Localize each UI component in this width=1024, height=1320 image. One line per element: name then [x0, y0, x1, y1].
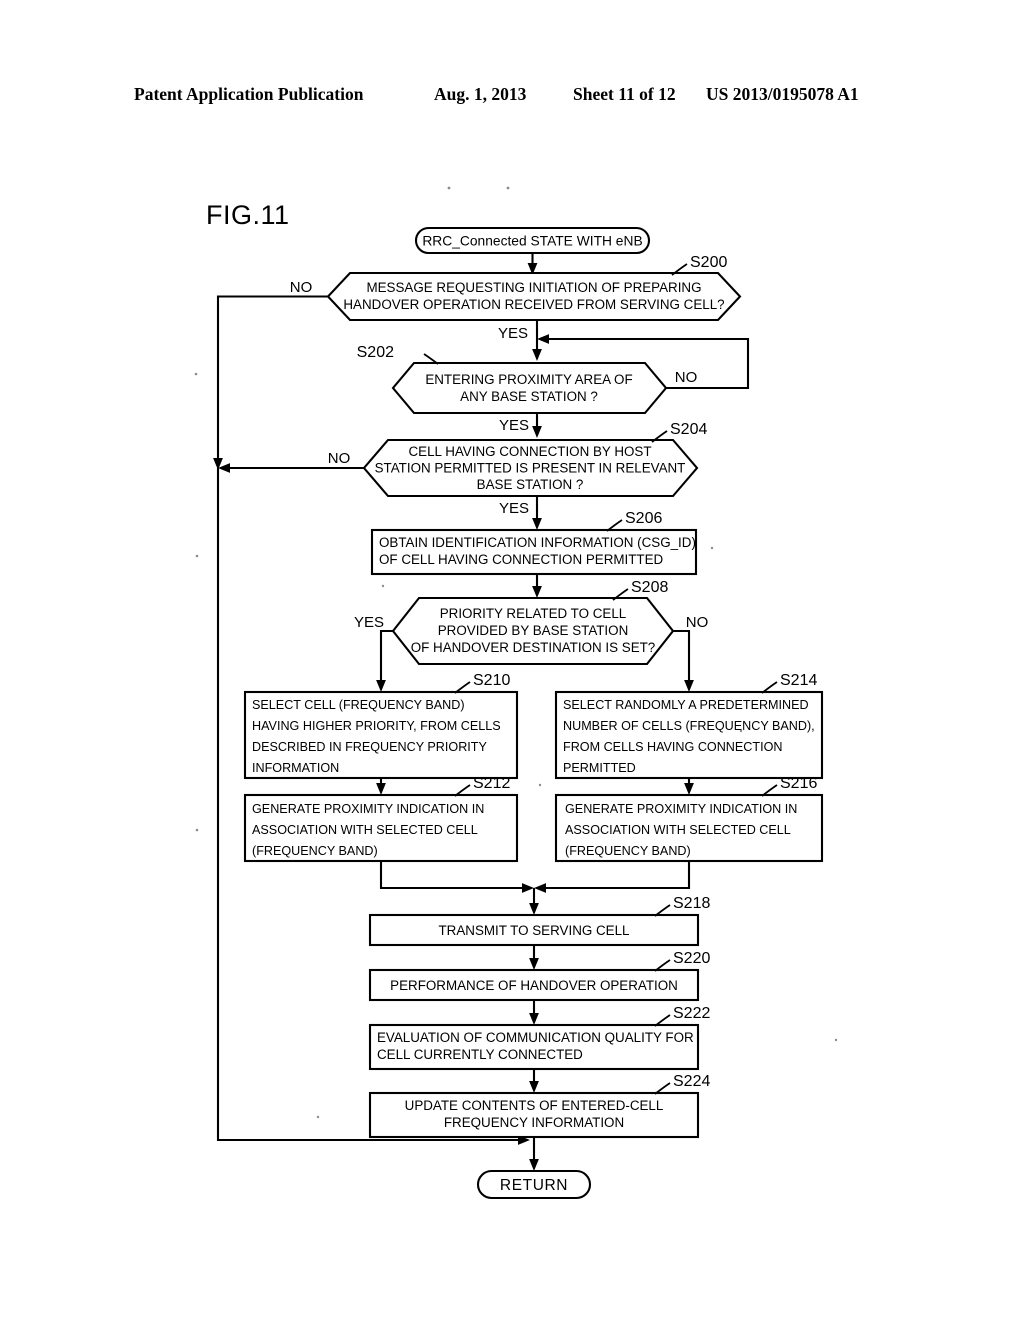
- node-s224-line-2: FREQUENCY INFORMATION: [444, 1115, 624, 1130]
- edge-merge-to-s218: [379, 861, 691, 915]
- step-label-s202: S202: [357, 344, 394, 361]
- node-s212-line-1: GENERATE PROXIMITY INDICATION IN: [252, 802, 484, 816]
- node-s220-line-1: PERFORMANCE OF HANDOVER OPERATION: [390, 978, 678, 993]
- node-s216: GENERATE PROXIMITY INDICATION IN ASSOCIA…: [554, 793, 824, 863]
- edge-s208-s210: [376, 629, 393, 692]
- edge-s202-s204: [532, 413, 542, 438]
- node-s216-line-1: GENERATE PROXIMITY INDICATION IN: [565, 802, 797, 816]
- edge-s206-s208: [532, 574, 542, 598]
- branch-label-s202-no: NO: [675, 369, 698, 386]
- step-label-s220: S220: [673, 950, 710, 967]
- node-s210: SELECT CELL (FREQUENCY BAND) HAVING HIGH…: [243, 690, 519, 780]
- step-label-s210: S210: [473, 672, 510, 689]
- node-s224-line-1: UPDATE CONTENTS OF ENTERED-CELL: [405, 1098, 664, 1113]
- node-s200-line-1: MESSAGE REQUESTING INITIATION OF PREPARI…: [366, 280, 701, 295]
- node-s222-line-2: CELL CURRENTLY CONNECTED: [377, 1047, 583, 1062]
- branch-label-s204-yes: YES: [499, 500, 529, 517]
- step-label-s218: S218: [673, 895, 710, 912]
- edge-s204-s206: [532, 496, 542, 530]
- edge-s208-s214: [673, 629, 694, 692]
- step-leader-s200: S200: [671, 254, 727, 276]
- node-s212-line-2: ASSOCIATION WITH SELECTED CELL: [252, 823, 478, 837]
- node-s210-line-1: SELECT CELL (FREQUENCY BAND): [252, 698, 465, 712]
- node-s222: EVALUATION OF COMMUNICATION QUALITY FOR …: [368, 1023, 700, 1071]
- step-leader-s222: S222: [654, 1005, 710, 1027]
- step-leader-s206: S206: [606, 510, 662, 532]
- branch-label-s204-no: NO: [328, 450, 351, 467]
- step-label-s214: S214: [780, 672, 817, 689]
- branch-label-s208-no: NO: [686, 614, 709, 631]
- node-s212-line-3: (FREQUENCY BAND): [252, 844, 378, 858]
- edge-s210-s212: [376, 778, 386, 795]
- edge-s200-s202: [532, 320, 542, 361]
- step-label-s224: S224: [673, 1073, 710, 1090]
- node-s214-line-1: SELECT RANDOMLY A PREDETERMINED: [563, 698, 809, 712]
- step-label-s208: S208: [631, 579, 668, 596]
- node-s208-line-1: PRIORITY RELATED TO CELL: [440, 606, 627, 621]
- step-label-s204: S204: [670, 421, 707, 438]
- step-leader-s208: S208: [612, 579, 668, 601]
- node-s206: OBTAIN IDENTIFICATION INFORMATION (CSG_I…: [370, 528, 698, 576]
- terminal-return-label: RETURN: [500, 1177, 568, 1194]
- step-leader-s220: S220: [654, 950, 710, 972]
- node-s220: PERFORMANCE OF HANDOVER OPERATION: [368, 968, 700, 1002]
- node-s208-line-3: OF HANDOVER DESTINATION IS SET?: [411, 640, 656, 655]
- node-s208: PRIORITY RELATED TO CELL PROVIDED BY BAS…: [391, 596, 675, 666]
- terminal-start-label: RRC_Connected STATE WITH eNB: [422, 234, 642, 249]
- node-s200: MESSAGE REQUESTING INITIATION OF PREPARI…: [326, 271, 742, 322]
- edge-s218-s220: [529, 945, 539, 970]
- node-s214-line-4: PERMITTED: [563, 761, 636, 775]
- node-s206-line-2: OF CELL HAVING CONNECTION PERMITTED: [379, 552, 664, 567]
- node-s214-line-2: NUMBER OF CELLS (FREQUENCY BAND),: [563, 719, 815, 733]
- patent-page: Patent Application Publication Aug. 1, 2…: [0, 0, 1024, 1320]
- node-s204-line-3: BASE STATION ?: [477, 477, 584, 492]
- node-s218: TRANSMIT TO SERVING CELL: [368, 913, 700, 947]
- step-leader-s218: S218: [654, 895, 710, 917]
- terminal-start: RRC_Connected STATE WITH eNB: [414, 226, 651, 255]
- step-leader-s224: S224: [654, 1073, 710, 1095]
- node-s202-line-1: ENTERING PROXIMITY AREA OF: [425, 372, 632, 387]
- node-s216-line-2: ASSOCIATION WITH SELECTED CELL: [565, 823, 791, 837]
- node-s210-line-2: HAVING HIGHER PRIORITY, FROM CELLS: [252, 719, 501, 733]
- node-s212: GENERATE PROXIMITY INDICATION IN ASSOCIA…: [243, 793, 519, 863]
- step-label-s206: S206: [625, 510, 662, 527]
- step-label-s212: S212: [473, 775, 510, 792]
- node-s218-line-1: TRANSMIT TO SERVING CELL: [439, 923, 630, 938]
- node-s216-line-3: (FREQUENCY BAND): [565, 844, 691, 858]
- terminal-return: RETURN: [476, 1169, 592, 1200]
- node-s210-line-3: DESCRIBED IN FREQUENCY PRIORITY: [252, 740, 487, 754]
- step-label-s216: S216: [780, 775, 817, 792]
- node-s214: SELECT RANDOMLY A PREDETERMINED NUMBER O…: [554, 690, 824, 780]
- node-s204: CELL HAVING CONNECTION BY HOST STATION P…: [362, 438, 699, 498]
- node-s222-line-1: EVALUATION OF COMMUNICATION QUALITY FOR: [377, 1030, 694, 1045]
- edge-s200-no: [213, 295, 328, 470]
- edge-s224-return: [529, 1137, 539, 1171]
- node-s200-line-2: HANDOVER OPERATION RECEIVED FROM SERVING…: [343, 297, 724, 312]
- step-leader-s202: S202: [357, 344, 439, 365]
- node-s202: ENTERING PROXIMITY AREA OF ANY BASE STAT…: [391, 361, 668, 415]
- node-s224: UPDATE CONTENTS OF ENTERED-CELL FREQUENC…: [368, 1091, 700, 1139]
- edge-s220-s222: [529, 1000, 539, 1025]
- step-label-s200: S200: [690, 254, 727, 271]
- step-label-s222: S222: [673, 1005, 710, 1022]
- step-leader-s210: S210: [454, 672, 510, 694]
- edge-s214-s216: [684, 778, 694, 795]
- step-leader-s204: S204: [651, 421, 707, 443]
- node-s214-line-3: FROM CELLS HAVING CONNECTION: [563, 740, 782, 754]
- node-s204-line-1: CELL HAVING CONNECTION BY HOST: [408, 444, 651, 459]
- node-s204-line-2: STATION PERMITTED IS PRESENT IN RELEVANT: [375, 461, 686, 476]
- edge-start-s200: [527, 253, 538, 275]
- flowchart: RRC_Connected STATE WITH eNB MESSAGE REQ…: [0, 0, 1024, 1320]
- branch-label-s200-yes: YES: [498, 325, 528, 342]
- branch-label-s202-yes: YES: [499, 417, 529, 434]
- branch-label-s200-no: NO: [290, 279, 313, 296]
- node-s206-line-1: OBTAIN IDENTIFICATION INFORMATION (CSG_I…: [379, 535, 696, 550]
- edge-s222-s224: [529, 1069, 539, 1093]
- node-s208-line-2: PROVIDED BY BASE STATION: [438, 623, 629, 638]
- branch-label-s208-yes: YES: [354, 614, 384, 631]
- step-leader-s214: S214: [761, 672, 817, 694]
- node-s202-line-2: ANY BASE STATION ?: [460, 389, 598, 404]
- node-s210-line-4: INFORMATION: [252, 761, 339, 775]
